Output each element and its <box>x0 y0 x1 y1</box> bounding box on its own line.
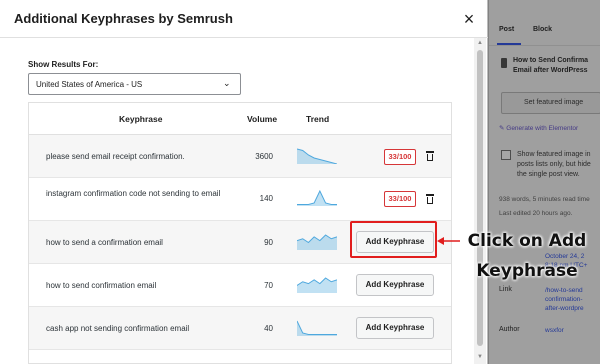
table-row: cash app not sending confirmation email … <box>29 307 451 350</box>
trend-sparkline <box>297 148 337 164</box>
trash-icon[interactable] <box>426 151 434 161</box>
volume-cell: 40 <box>264 324 273 333</box>
volume-cell: 140 <box>259 194 273 203</box>
column-header-keyphrase: Keyphrase <box>119 114 163 124</box>
keyphrase-cell: please send email receipt confirmation. <box>46 152 185 161</box>
trend-chart <box>297 148 337 164</box>
add-keyphrase-button[interactable]: Add Keyphrase <box>356 274 434 296</box>
trend-sparkline <box>297 277 337 293</box>
trend-area <box>297 321 337 336</box>
keyphrases-modal: Additional Keyphrases by Semrush × ▲ ▼ S… <box>0 0 488 364</box>
table-row: please send email receipt confirmation. … <box>29 135 451 178</box>
table-row: how to send confirmation email 70 Add Ke… <box>29 264 451 307</box>
trend-chart <box>297 320 337 336</box>
keyphrase-cell: cash app not sending confirmation email <box>46 324 190 333</box>
volume-cell: 3600 <box>255 152 273 161</box>
trend-sparkline <box>297 320 337 336</box>
add-keyphrase-button[interactable]: Add Keyphrase <box>356 317 434 339</box>
scrollbar-thumb[interactable] <box>477 50 483 346</box>
close-button[interactable]: × <box>458 8 480 30</box>
trend-area <box>297 191 337 206</box>
scroll-down-arrow-icon[interactable]: ▼ <box>474 354 486 360</box>
modal-header: Additional Keyphrases by Semrush × <box>0 0 488 38</box>
volume-cell: 90 <box>264 238 273 247</box>
trash-icon[interactable] <box>426 194 434 204</box>
column-header-trend: Trend <box>306 114 330 124</box>
trend-area <box>297 278 337 293</box>
table-header: Keyphrase Volume Trend <box>29 103 451 135</box>
seo-score-badge: 33/100 <box>384 149 416 165</box>
annotation-line-2: Keyphrase <box>476 261 578 281</box>
country-select[interactable]: United States of America - US ⌄ <box>28 73 241 95</box>
trend-chart <box>297 190 337 206</box>
trend-sparkline <box>297 190 337 206</box>
volume-cell: 70 <box>264 281 273 290</box>
keyphrase-cell: how to send a confirmation email <box>46 238 163 247</box>
trend-chart <box>297 234 337 250</box>
chevron-down-icon: ⌄ <box>223 78 231 88</box>
trend-sparkline <box>297 234 337 250</box>
trend-chart <box>297 277 337 293</box>
keyphrase-cell: instagram confirmation code not sending … <box>46 189 221 198</box>
scroll-up-arrow-icon[interactable]: ▲ <box>474 40 486 46</box>
keyphrase-cell: how to send confirmation email <box>46 281 157 290</box>
show-results-label: Show Results For: <box>28 60 99 69</box>
trend-line <box>297 320 337 335</box>
modal-scrollbar[interactable]: ▲ ▼ <box>474 38 486 364</box>
seo-score-badge: 33/100 <box>384 191 416 207</box>
modal-title: Additional Keyphrases by Semrush <box>14 11 233 26</box>
table-row: instagram confirmation code not sending … <box>29 178 451 221</box>
annotation-line-1: Click on Add <box>467 231 587 251</box>
highlight-box <box>350 221 437 258</box>
trend-area <box>297 235 337 250</box>
tutorial-annotation: Click on Add Keyphrase <box>454 226 600 286</box>
column-header-volume: Volume <box>247 114 278 124</box>
country-select-value: United States of America - US <box>36 80 143 89</box>
